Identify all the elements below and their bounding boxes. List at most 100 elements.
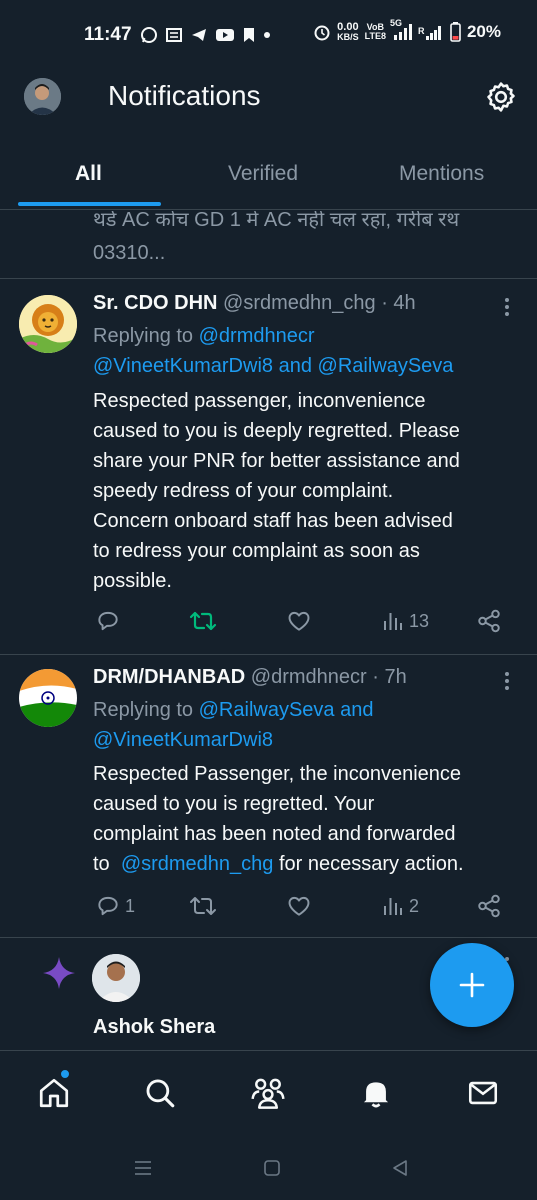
heart-icon — [288, 896, 310, 916]
home-icon — [39, 1078, 69, 1108]
tweet-body-line: possible. — [93, 570, 172, 592]
tweet-body-line: caused to you is deeply regretted. Pleas… — [93, 420, 460, 442]
mention-link[interactable]: @srdmedhn_chg — [121, 853, 274, 875]
nav-communities[interactable] — [248, 1073, 288, 1113]
tweet-actions: 1 2 — [93, 893, 513, 923]
home-system-button[interactable] — [262, 1158, 282, 1183]
partial-tweet-line-1: थर्ड AC कोच GD 1 में AC नहीं चल रहा, गरी… — [93, 211, 460, 231]
tab-mentions[interactable]: Mentions — [399, 162, 484, 186]
nav-messages[interactable] — [463, 1073, 503, 1113]
page-title: Notifications — [108, 80, 261, 111]
youtube-icon — [215, 29, 234, 41]
tweet-more-button[interactable] — [500, 670, 514, 692]
active-tab-indicator — [18, 202, 161, 206]
bar-chart-icon — [384, 898, 402, 915]
status-time: 11:47 — [84, 24, 132, 45]
tweet-body-line: Respected Passenger, the inconvenience — [93, 763, 462, 785]
reply-and: and — [340, 699, 374, 721]
tab-verified[interactable]: Verified — [228, 162, 298, 186]
tweet-author-line: Sr. CDO DHN @srdmedhn_chg · 4h — [93, 292, 416, 315]
share-button[interactable] — [476, 893, 502, 919]
share-button[interactable] — [476, 608, 502, 634]
compose-button[interactable] — [430, 943, 514, 1027]
author-handle[interactable]: @drmdhnecr — [251, 666, 367, 688]
tweet-avatar[interactable] — [19, 295, 77, 353]
plus-icon — [459, 972, 485, 998]
mention-link[interactable]: @VineetKumarDwi8 — [93, 355, 273, 377]
status-bar: 11:47 0.00 KB/S VoB LTE8 5G R 20% — [0, 0, 537, 70]
notifications-icon — [363, 1082, 389, 1108]
mention-link[interactable]: @drmdhnecr — [199, 325, 315, 347]
like-button[interactable] — [286, 893, 312, 919]
replying-prefix: Replying to — [93, 325, 194, 347]
reply-button[interactable] — [95, 608, 125, 634]
tweet-body: Respected passenger, inconvenience cause… — [93, 386, 523, 596]
dot-icon — [263, 32, 270, 38]
retweet-button[interactable] — [189, 608, 217, 634]
partial-tweet[interactable]: थर्ड AC कोच GD 1 में AC नहीं चल रहा, गरी… — [0, 211, 537, 277]
replying-to: Replying to @RailwaySeva and @VineetKuma… — [93, 695, 373, 755]
square-icon — [264, 1160, 280, 1176]
heart-icon — [288, 611, 310, 631]
tweet-body-line: to @srdmedhn_chg for necessary action. — [93, 849, 523, 879]
mention-link[interactable]: @RailwaySeva — [318, 355, 454, 377]
whatsapp-icon — [140, 27, 157, 43]
author-handle[interactable]: @srdmedhn_chg — [223, 292, 376, 314]
views-count: 13 — [409, 610, 430, 631]
profile-avatar[interactable] — [24, 78, 61, 115]
tweet-actions: 13 — [93, 608, 513, 638]
views-button[interactable]: 2 — [381, 893, 419, 919]
signal-2-icon: R — [418, 26, 441, 40]
divider — [0, 278, 537, 279]
more-vertical-icon — [505, 672, 509, 690]
nav-notifications[interactable] — [356, 1073, 396, 1113]
reply-count: 1 — [125, 895, 136, 916]
nav-home[interactable] — [34, 1069, 74, 1113]
tweet-time: · 4h — [381, 292, 416, 314]
author-name[interactable]: DRM/DHANBAD — [93, 666, 245, 688]
tweet-avatar[interactable] — [19, 669, 77, 727]
net-speed-unit: KB/S — [337, 32, 359, 42]
retweet-icon — [190, 897, 216, 915]
search-icon — [146, 1079, 175, 1108]
retweet-icon — [189, 611, 217, 631]
author-name[interactable]: Sr. CDO DHN — [93, 292, 217, 314]
mention-link[interactable]: @RailwaySeva — [199, 699, 335, 721]
divider — [0, 654, 537, 655]
battery-icon — [450, 22, 461, 42]
tweet-body-line: Respected passenger, inconvenience — [93, 390, 426, 412]
menu-lines-icon — [135, 1161, 151, 1175]
body-text: to — [93, 853, 110, 875]
tweet-body-line: speedy redress of your complaint. — [93, 480, 394, 502]
suggestion-avatar[interactable] — [92, 954, 140, 1002]
alarm-icon — [314, 25, 330, 41]
suggestion-name[interactable]: Ashok Shera — [93, 1016, 215, 1039]
tweet-more-button[interactable] — [500, 296, 514, 318]
volte-bottom: LTE8 — [364, 31, 386, 41]
reply-button[interactable]: 1 — [95, 893, 135, 919]
communities-icon — [251, 1078, 285, 1109]
settings-button[interactable] — [484, 80, 518, 114]
back-triangle-icon — [393, 1160, 407, 1176]
network-type: 5G — [389, 18, 402, 28]
back-button[interactable] — [390, 1158, 410, 1183]
tab-bar: All Verified Mentions — [0, 150, 537, 210]
share-icon — [478, 894, 500, 918]
battery-percent: 20% — [466, 22, 501, 41]
tweet-body-line: to redress your complaint as soon as — [93, 540, 420, 562]
like-button[interactable] — [286, 608, 312, 634]
tweet-body: Respected Passenger, the inconvenience c… — [93, 759, 523, 879]
tab-all[interactable]: All — [75, 162, 102, 186]
sparkle-icon — [41, 955, 77, 996]
body-text: for necessary action. — [278, 853, 464, 875]
system-navigation-bar — [0, 1140, 537, 1200]
recent-apps-button[interactable] — [133, 1158, 153, 1183]
replying-prefix: Replying to — [93, 699, 194, 721]
tweet-body-line: share your PNR for better assistance and — [93, 450, 460, 472]
mention-link[interactable]: @VineetKumarDwi8 — [93, 729, 273, 751]
views-button[interactable]: 13 — [381, 608, 429, 634]
retweet-button[interactable] — [189, 893, 217, 919]
nav-search[interactable] — [140, 1073, 180, 1113]
tweet-body-line: caused to you is regretted. Your — [93, 793, 375, 815]
tweet-author-line: DRM/DHANBAD @drmdhnecr · 7h — [93, 666, 407, 689]
